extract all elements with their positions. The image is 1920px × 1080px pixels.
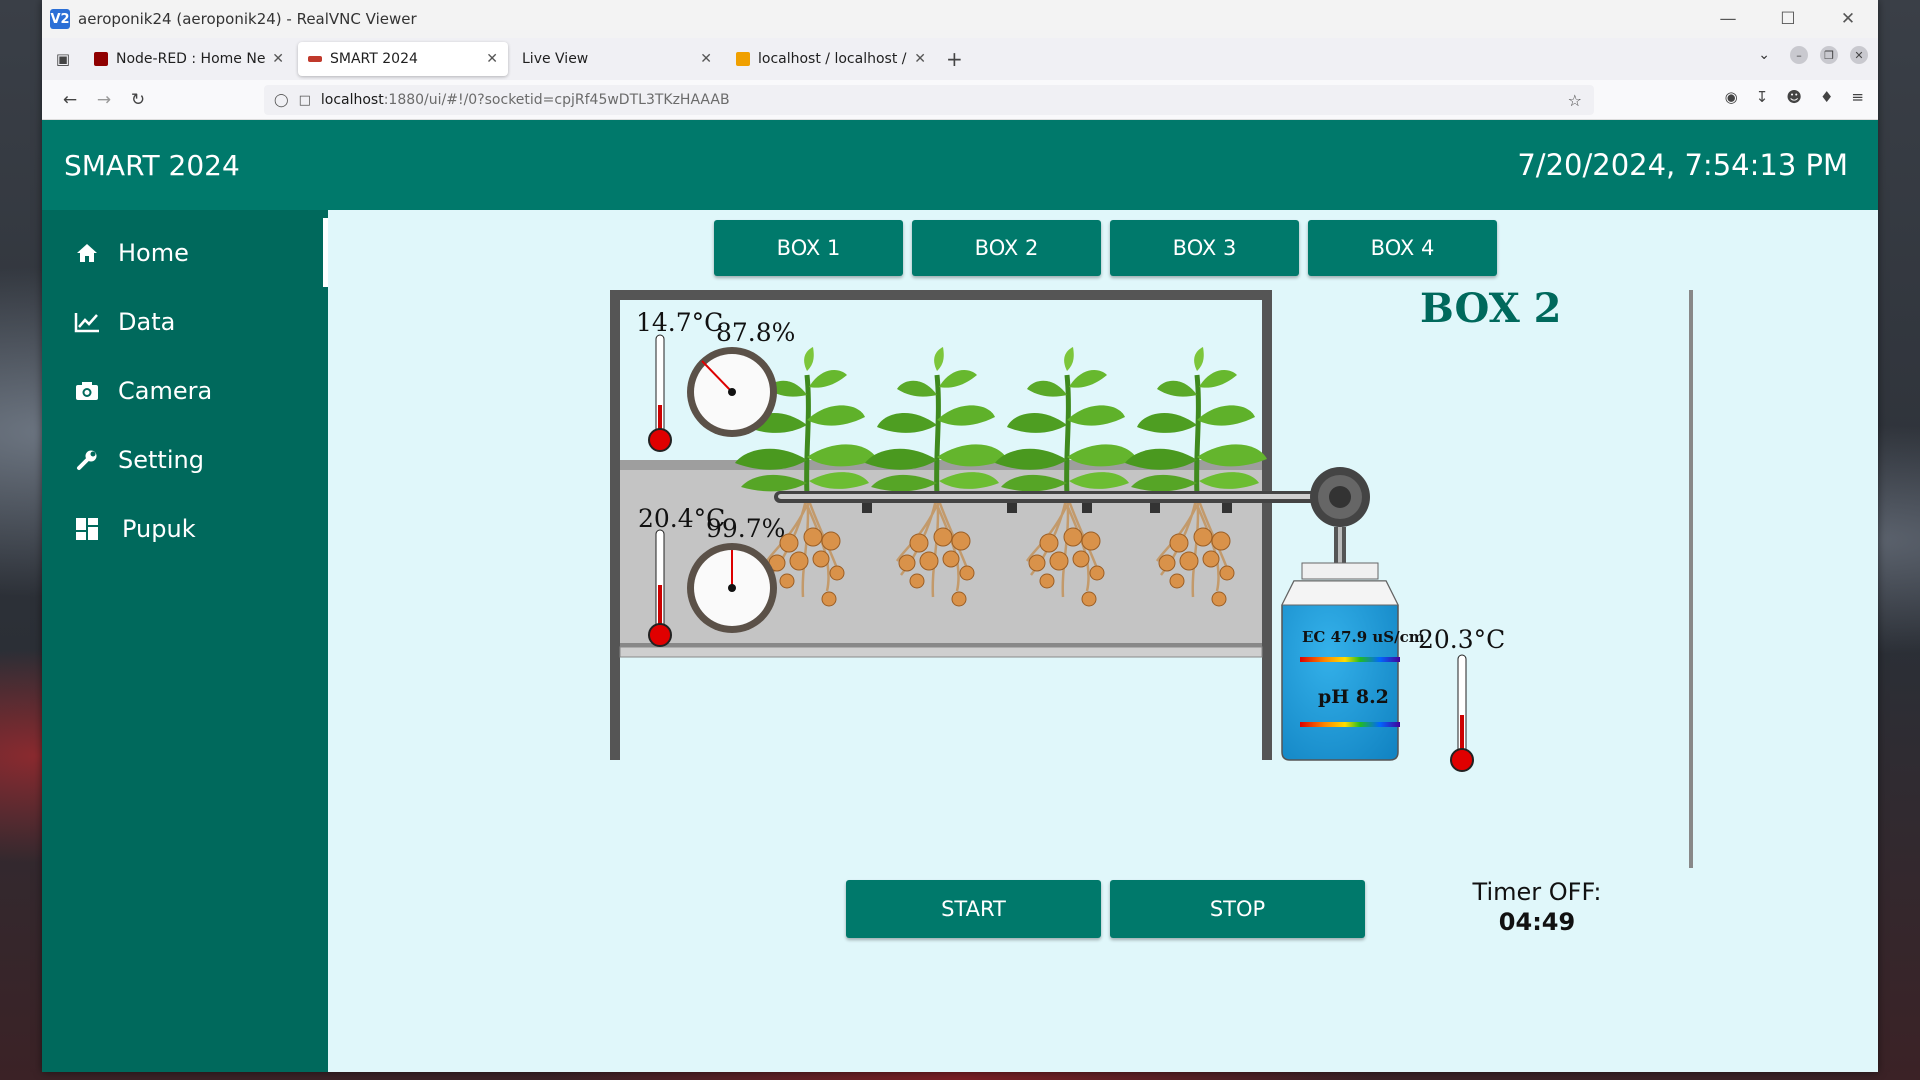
phpmyadmin-favicon-icon [736,52,750,66]
list-all-tabs-icon[interactable]: ⌄ [1758,47,1770,63]
tab-close-icon[interactable]: ✕ [914,51,926,67]
dashboard-clock: 7/20/2024, 7:54:13 PM [1517,148,1848,182]
realvnc-logo-icon: V2 [50,9,70,29]
url-path: :1880/ui/#!/0?socketid=cpjRf45wDTL3TKzHA… [383,92,730,108]
timer-value: 04:49 [1498,908,1576,936]
forward-icon[interactable]: → [88,84,120,116]
dashboard-header: SMART 2024 7/20/2024, 7:54:13 PM [42,120,1878,210]
upper-humidity: 87.8% [716,318,795,347]
node-red-dashboard: SMART 2024 7/20/2024, 7:54:13 PM Home Da… [42,120,1878,1072]
vnc-window: V2 aeroponik24 (aeroponik24) - RealVNC V… [42,0,1878,1072]
tab-label: Node-RED : Home New [116,51,267,67]
browser-tab-strip: ▣ Node-RED : Home New ✕ SMART 2024 ✕ Liv… [42,38,1878,80]
sidebar-item-home[interactable]: Home [42,218,328,287]
timer-status: Timer OFF: 04:49 [1437,878,1637,936]
page-icon: □ [298,92,311,108]
divider [1689,290,1693,868]
node-red-favicon-icon [94,52,108,66]
tank-temperature: 20.3°C [1418,625,1505,654]
tab-smart-2024[interactable]: SMART 2024 ✕ [298,42,508,76]
url-text: localhost:1880/ui/#!/0?socketid=cpjRf45w… [321,92,730,108]
timer-label: Timer OFF: [1472,878,1602,906]
sidebar-item-label: Camera [118,376,213,405]
tab-close-icon[interactable]: ✕ [486,51,498,67]
sidebar: Home Data Camera Setting Pupuk [42,210,328,1072]
node-red-flow-favicon-icon [308,56,322,62]
guest-close-icon[interactable]: ✕ [1850,46,1868,64]
extensions-icon[interactable]: ♦ [1820,88,1833,106]
box-1-button[interactable]: BOX 1 [714,220,903,276]
tab-list-icon[interactable]: ▣ [50,46,76,72]
url-host: localhost [320,92,384,108]
window-title: aeroponik24 (aeroponik24) - RealVNC View… [78,10,417,28]
guest-restore-icon[interactable]: ❐ [1820,46,1838,64]
tab-phpmyadmin[interactable]: localhost / localhost / ae ✕ [726,42,936,76]
tab-close-icon[interactable]: ✕ [700,51,712,67]
close-icon[interactable]: ✕ [1818,0,1878,38]
box-3-button[interactable]: BOX 3 [1110,220,1299,276]
sidebar-item-label: Home [118,238,189,267]
tab-label: SMART 2024 [330,51,418,67]
upper-temperature: 14.7°C [636,308,723,337]
tab-close-icon[interactable]: ✕ [272,51,284,67]
sidebar-item-setting[interactable]: Setting [42,425,328,494]
tab-label: Live View [522,51,589,67]
menu-icon[interactable]: ≡ [1851,88,1864,106]
vnc-titlebar: V2 aeroponik24 (aeroponik24) - RealVNC V… [42,0,1878,38]
ec-reading: EC 47.9 uS/cm [1302,628,1425,646]
sidebar-item-label: Pupuk [122,514,196,543]
download-icon[interactable]: ↧ [1756,88,1769,106]
sidebar-item-data[interactable]: Data [42,287,328,356]
aeroponic-box-diagram: EC 47.9 uS/cm pH 8.2 14.7°C 87.8% 20.4°C [610,290,1505,772]
account-icon[interactable]: ☻ [1786,88,1802,106]
sidebar-item-camera[interactable]: Camera [42,356,328,425]
minimize-icon[interactable]: — [1698,0,1758,38]
pocket-icon[interactable]: ◉ [1725,88,1738,106]
dashboard-title: SMART 2024 [64,148,240,182]
lower-humidity: 99.7% [706,514,785,543]
reload-icon[interactable]: ↻ [122,84,154,116]
start-button[interactable]: START [846,880,1101,938]
tab-node-red[interactable]: Node-RED : Home New ✕ [84,42,294,76]
box-title: BOX 2 [1420,285,1562,332]
wrench-icon [74,449,100,471]
ph-reading: pH 8.2 [1318,686,1389,708]
sidebar-item-label: Data [118,307,176,336]
bookmark-star-icon[interactable]: ☆ [1568,91,1582,110]
line-chart-icon [74,311,100,333]
tab-label: localhost / localhost / ae [758,51,908,67]
back-icon[interactable]: ← [54,84,86,116]
camera-icon [74,381,100,401]
url-bar[interactable]: ◯ □ localhost:1880/ui/#!/0?socketid=cpjR… [264,85,1594,115]
guest-minimize-icon[interactable]: – [1790,46,1808,64]
browser-nav-bar: ← → ↻ ◯ □ localhost:1880/ui/#!/0?socketi… [42,80,1878,120]
sidebar-item-pupuk[interactable]: Pupuk [42,494,328,563]
dashboard-grid-icon [74,517,100,541]
tab-live-view[interactable]: Live View ✕ [512,42,722,76]
maximize-icon[interactable]: ☐ [1758,0,1818,38]
stop-button[interactable]: STOP [1110,880,1365,938]
box-selector: BOX 1 BOX 2 BOX 3 BOX 4 [714,220,1497,276]
box-2-button[interactable]: BOX 2 [912,220,1101,276]
box-4-button[interactable]: BOX 4 [1308,220,1497,276]
sidebar-item-label: Setting [118,445,204,474]
shield-icon[interactable]: ◯ [274,93,289,108]
home-icon [74,243,100,263]
new-tab-icon[interactable]: + [946,47,963,71]
